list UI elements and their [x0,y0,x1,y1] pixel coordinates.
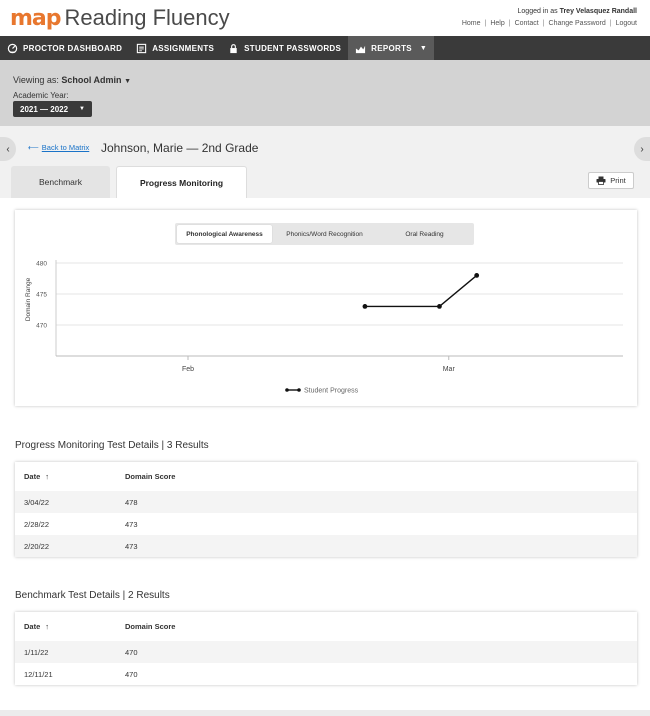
app-header: map Reading Fluency Logged in as Trey Ve… [0,0,650,36]
table-row: 12/11/21 470 [15,663,637,685]
data-point [437,304,442,309]
y-tick-label: 475 [36,292,47,299]
date-cell: 2/28/22 [24,519,50,529]
table-row: 1/11/22 470 [15,641,637,663]
chevron-down-icon: ▼ [124,78,132,85]
domain-score-column-header: Domain Score [125,472,176,481]
academic-year-value: 2021 — 2022 [20,104,69,114]
date-header-label: Date [24,472,41,481]
help-link[interactable]: Help [490,20,504,27]
sort-arrow-up-icon: ↑ [45,622,50,631]
score-cell: 478 [125,497,138,507]
student-progress-line [364,274,478,308]
date-header-label: Date [24,622,41,631]
chevron-right-icon: › [640,143,644,155]
logged-in-status: Logged in as Trey Velasquez Randall [518,8,637,15]
nav-assignments[interactable]: ASSIGNMENTS [129,36,221,60]
bm-table: Date ↑ Domain Score 1/11/22 470 12/11/21… [15,612,637,685]
nav-reports-label: REPORTS [371,43,412,53]
table-row: 3/04/22 478 [15,491,637,513]
x-tick-label: Mar [443,366,456,373]
legend-marker [285,388,289,392]
back-to-matrix-link[interactable]: ⟵ Back to Matrix [28,143,89,152]
legend-marker [297,388,301,392]
logged-in-user: Trey Velasquez Randall [559,8,637,15]
context-bar: Viewing as: School Admin ▼ Academic Year… [0,60,650,126]
viewing-as-label: Viewing as: [13,75,59,85]
main-content: Phonological Awareness Phonics/Word Reco… [0,198,650,716]
contact-link[interactable]: Contact [515,20,539,27]
pm-table-title: Progress Monitoring Test Details | 3 Res… [15,440,209,451]
chevron-left-icon: ‹ [6,143,10,155]
main-nav: PROCTOR DASHBOARD ASSIGNMENTS STUDENT PA… [0,36,650,60]
print-label: Print [610,176,626,185]
viewing-as[interactable]: Viewing as: School Admin ▼ [13,75,131,85]
logo-product-text: Reading Fluency [64,5,230,30]
tab-benchmark[interactable]: Benchmark [11,166,110,198]
back-to-matrix-label: Back to Matrix [41,143,90,152]
data-point [362,304,368,309]
progress-chart-card: Phonological Awareness Phonics/Word Reco… [15,210,637,406]
logo-map-text: map [10,6,62,31]
date-column-header[interactable]: Date ↑ [24,462,49,491]
data-point [474,273,480,278]
y-tick-label: 480 [36,261,47,268]
page-footer-strip [0,710,650,716]
date-cell: 12/11/21 [24,669,53,679]
link-separator: | [542,20,545,27]
home-link[interactable]: Home [462,20,481,27]
academic-year-label: Academic Year: [13,91,69,100]
chevron-down-icon: ▼ [419,44,428,52]
nav-student-passwords[interactable]: STUDENT PASSWORDS [221,36,348,60]
domain-score-column-header: Domain Score [125,622,176,631]
date-column-header[interactable]: Date ↑ [24,612,49,641]
tab-progress-monitoring[interactable]: Progress Monitoring [116,166,247,198]
nav-student-passwords-label: STUDENT PASSWORDS [244,43,342,53]
date-cell: 3/04/22 [24,497,50,507]
bm-table-title: Benchmark Test Details | 2 Results [15,590,170,601]
x-tick-label: Feb [182,366,194,373]
logout-link[interactable]: Logout [616,20,637,27]
assignments-icon [137,43,147,53]
date-cell: 2/20/22 [24,541,50,551]
score-cell: 473 [125,541,138,551]
nav-reports[interactable]: REPORTS ▼ [348,36,435,60]
change-password-link[interactable]: Change Password [549,20,606,27]
score-cell: 470 [125,669,138,679]
date-cell: 1/11/22 [24,647,49,657]
logged-in-prefix: Logged in as [517,8,558,15]
reports-icon [356,45,366,53]
nav-assignments-label: ASSIGNMENTS [152,43,215,53]
table-row: 2/20/22 473 [15,535,637,557]
proctor-dashboard-icon [7,43,18,53]
y-axis-label: Domain Range [25,277,32,321]
pm-table: Date ↑ Domain Score 3/04/22 478 2/28/22 … [15,462,637,557]
printer-icon [596,176,606,185]
academic-year-select[interactable]: 2021 — 2022 ▼ [13,101,92,117]
progress-line-chart: 470 475 480 Domain Range Feb Mar Student Progr… [25,260,623,395]
lock-icon [230,43,237,53]
next-student-button[interactable]: › [634,137,650,161]
nav-proctor-dashboard-label: PROCTOR DASHBOARD [23,43,123,53]
link-separator: | [484,20,487,27]
student-name: Johnson, Marie — 2nd Grade [101,141,259,155]
y-tick-label: 470 [36,323,47,330]
previous-student-button[interactable]: ‹ [0,137,16,161]
viewing-as-value: School Admin [61,75,122,85]
nav-proctor-dashboard[interactable]: PROCTOR DASHBOARD [0,36,129,60]
legend-label: Student Progress [304,388,359,395]
print-button[interactable]: Print [588,172,634,189]
chevron-down-icon: ▼ [79,106,85,112]
map-reading-fluency-logo[interactable]: map Reading Fluency [10,5,230,31]
link-separator: | [609,20,612,27]
score-cell: 473 [125,519,138,529]
score-cell: 470 [125,647,138,657]
link-separator: | [508,20,511,27]
arrow-left-icon: ⟵ [28,143,39,152]
table-row: 2/28/22 473 [15,513,637,535]
student-header: ‹ ⟵ Back to Matrix Johnson, Marie — 2nd G… [0,126,650,198]
top-links: Home | Help | Contact | Change Password | Lo… [462,20,637,27]
sort-arrow-up-icon: ↑ [45,472,50,481]
